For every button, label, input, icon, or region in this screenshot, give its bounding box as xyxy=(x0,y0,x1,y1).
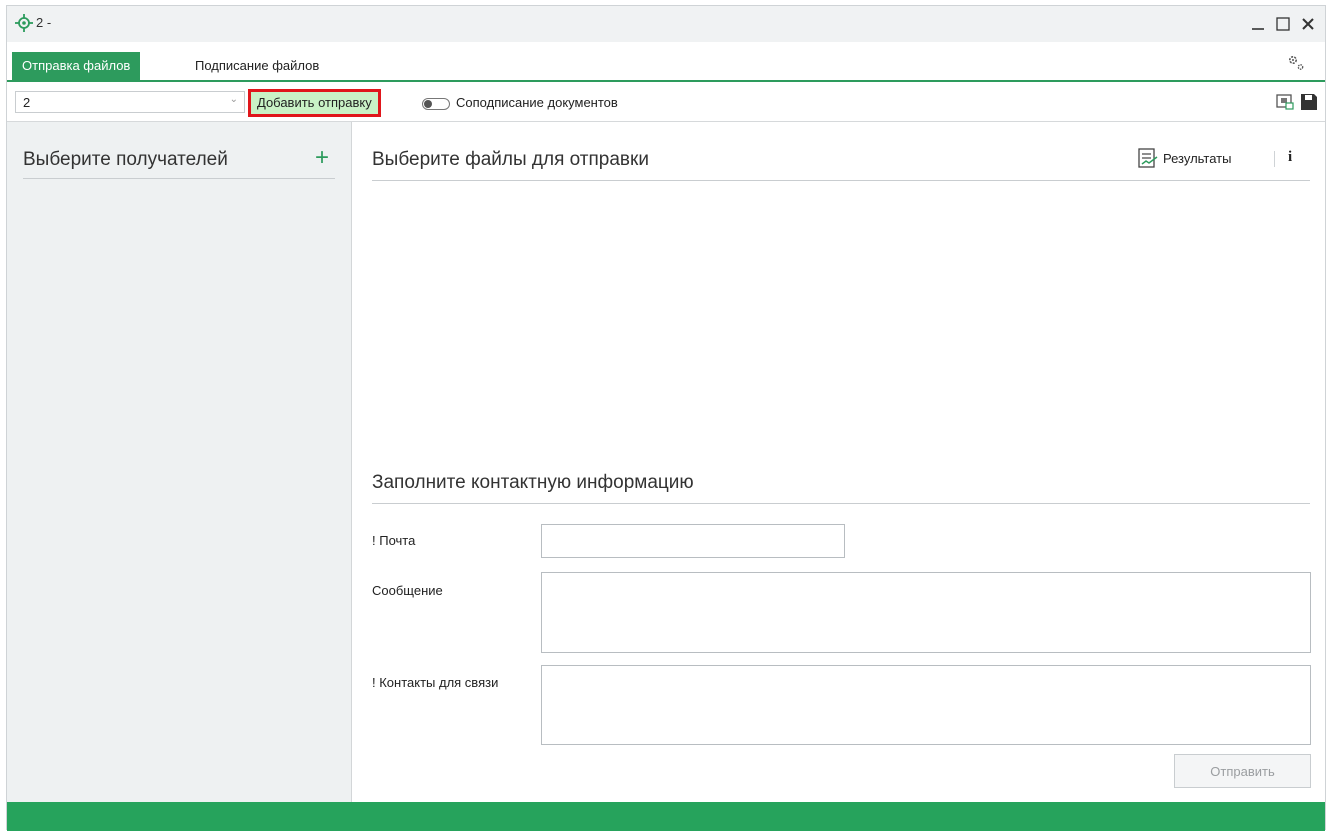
email-label: ! Почта xyxy=(372,533,416,548)
info-icon[interactable]: i xyxy=(1288,149,1292,166)
message-field[interactable] xyxy=(541,572,1311,653)
contacts-field[interactable] xyxy=(541,665,1311,745)
import-icon[interactable] xyxy=(1275,93,1295,111)
main-content: Выберите файлы для отправки Результаты i… xyxy=(352,122,1325,802)
divider xyxy=(372,180,1310,181)
maximize-icon xyxy=(1276,17,1290,31)
files-drop-area[interactable] xyxy=(372,184,1310,454)
minimize-icon xyxy=(1252,28,1264,30)
close-icon xyxy=(1302,18,1314,30)
close-button[interactable] xyxy=(1296,12,1320,36)
message-label: Сообщение xyxy=(372,583,443,598)
maximize-button[interactable] xyxy=(1271,12,1295,36)
toolbar-separator xyxy=(1274,151,1275,167)
chevron-down-icon: ⌄ xyxy=(229,94,238,105)
results-report-icon xyxy=(1138,148,1158,168)
tab-send-files[interactable]: Отправка файлов xyxy=(12,52,141,80)
divider xyxy=(23,178,335,179)
results-label: Результаты xyxy=(1163,151,1232,166)
cosign-toggle[interactable] xyxy=(422,98,450,110)
status-bar xyxy=(7,802,1325,831)
tab-bar: Отправка файлов Подписание файлов xyxy=(7,42,1325,82)
divider xyxy=(372,503,1310,504)
window-title: 2 - xyxy=(36,15,52,30)
contact-section-title: Заполните контактную информацию xyxy=(372,472,694,493)
email-field[interactable] xyxy=(541,524,845,558)
minimize-button[interactable] xyxy=(1246,12,1270,36)
tab-sign-files[interactable]: Подписание файлов xyxy=(185,52,329,80)
cosign-label: Соподписание документов xyxy=(456,95,618,110)
shipment-select[interactable]: 2 ⌄ xyxy=(15,91,245,113)
toggle-knob xyxy=(424,100,432,108)
add-recipient-plus-icon[interactable]: + xyxy=(315,144,329,172)
recipients-title: Выберите получателей xyxy=(23,149,228,170)
app-window: 2 - Отправка файлов Подписание файлов 2 … xyxy=(6,5,1326,831)
contacts-label: ! Контакты для связи xyxy=(372,675,499,690)
title-bar: 2 - xyxy=(7,6,1325,42)
save-icon[interactable] xyxy=(1299,93,1319,111)
shipment-select-value: 2 xyxy=(23,95,31,110)
add-shipment-button[interactable]: Добавить отправку xyxy=(248,89,381,117)
recipients-panel: Выберите получателей + xyxy=(7,122,352,802)
toolbar: 2 ⌄ Добавить отправку Соподписание докум… xyxy=(7,82,1325,122)
settings-gear-icon[interactable] xyxy=(1287,54,1305,72)
send-button[interactable]: Отправить xyxy=(1174,754,1311,788)
files-section-title: Выберите файлы для отправки xyxy=(372,149,649,170)
app-logo-icon xyxy=(15,14,33,32)
